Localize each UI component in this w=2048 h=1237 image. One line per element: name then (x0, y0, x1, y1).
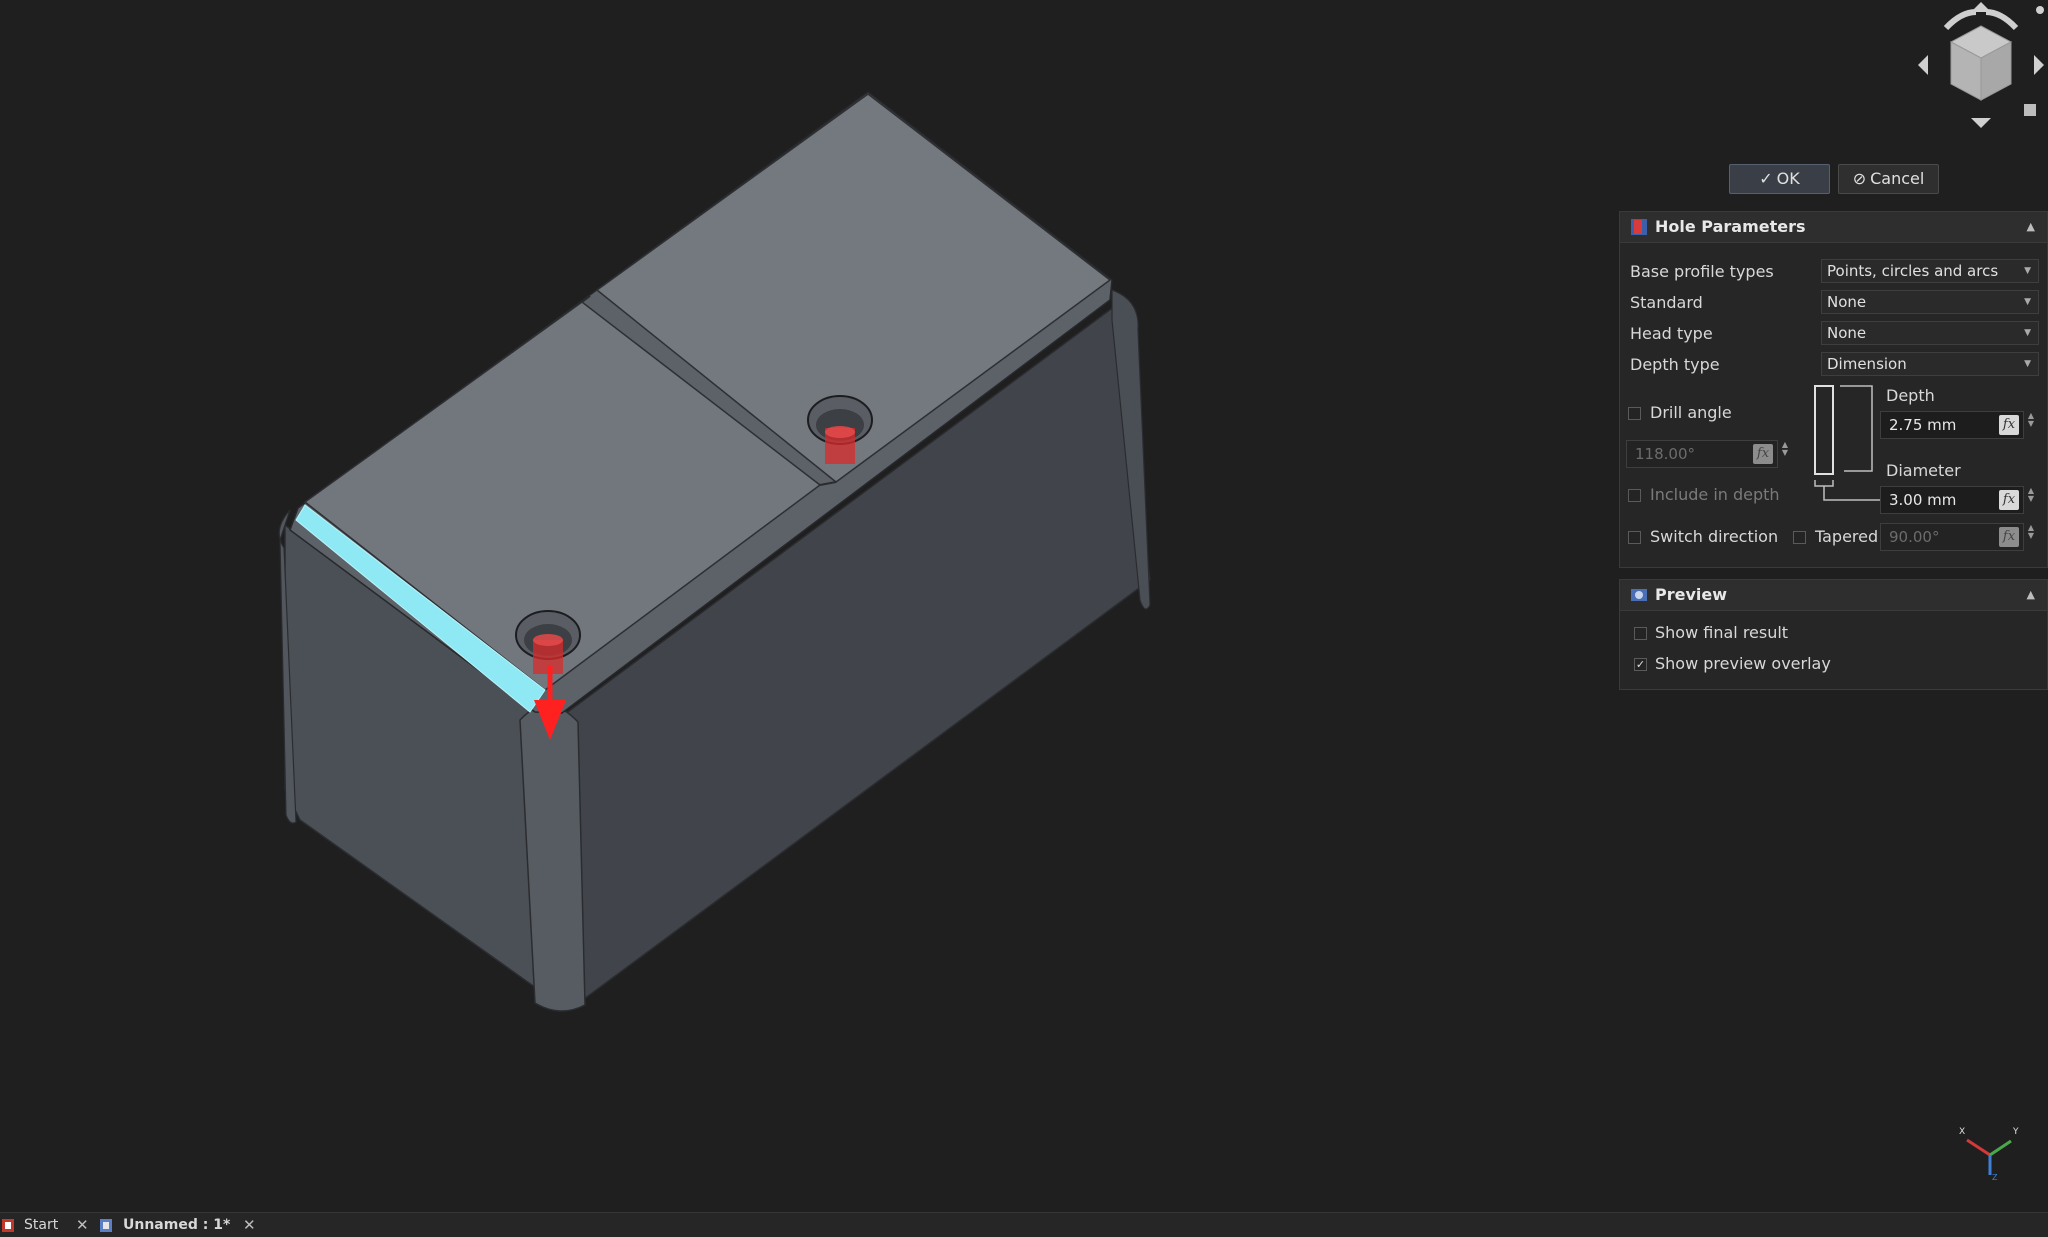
close-icon[interactable]: ✕ (243, 1213, 256, 1237)
svg-text:Y: Y (2012, 1127, 2019, 1137)
taper-angle-input[interactable]: 90.00° fx ▲ ▼ (1880, 523, 2034, 551)
svg-text:X: X (1959, 1127, 1965, 1137)
drill-angle-label: Drill angle (1650, 403, 1732, 422)
expression-icon[interactable]: fx (1999, 527, 2019, 547)
nav-rotate-right-icon[interactable] (1985, 9, 2019, 31)
diameter-input[interactable]: 3.00 mm fx ▲ ▼ (1880, 486, 2034, 514)
hole-icon (1631, 219, 1647, 235)
switch-direction-label: Switch direction (1650, 527, 1779, 546)
chevron-down-icon: ▼ (2024, 328, 2031, 338)
chevron-down-icon: ▼ (2024, 297, 2031, 307)
nav-menu-icon[interactable] (2036, 6, 2044, 14)
head-type-select[interactable]: None ▼ (1821, 321, 2039, 345)
depth-type-select[interactable]: Dimension ▼ (1821, 352, 2039, 376)
nav-arrow-left-icon[interactable] (1918, 55, 1928, 75)
document-tab-bar: Start ✕ Unnamed : 1* ✕ (0, 1212, 2048, 1237)
cancel-icon: ⊘ (1852, 169, 1867, 188)
preview-icon (1631, 589, 1647, 601)
close-icon[interactable]: ✕ (76, 1213, 89, 1237)
nav-arrow-down-icon[interactable] (1971, 118, 1991, 128)
ok-button[interactable]: ✓ OK (1729, 164, 1830, 194)
chevron-down-icon: ▼ (2024, 359, 2031, 369)
hole-diagram (1814, 385, 1880, 501)
checkmark-icon: ✓ (1759, 169, 1773, 188)
document-icon (100, 1219, 112, 1232)
switch-direction-checkbox[interactable] (1628, 531, 1641, 544)
diameter-label: Diameter (1886, 461, 1961, 480)
freecad-icon (2, 1219, 14, 1232)
standard-select[interactable]: None ▼ (1821, 290, 2039, 314)
navigation-cube[interactable] (1916, 0, 2046, 130)
show-final-result-checkbox[interactable] (1634, 627, 1647, 640)
axis-indicator: X Y Z (1959, 1127, 2019, 1180)
spin-arrows-icon[interactable]: ▲ ▼ (2025, 487, 2037, 513)
show-preview-overlay-checkbox[interactable]: ✓ (1634, 658, 1647, 671)
preview-header[interactable]: Preview ▲ (1620, 580, 2047, 611)
drill-angle-input[interactable]: 118.00° fx ▲ ▼ (1626, 440, 1788, 468)
nav-view-icon[interactable] (2024, 104, 2036, 116)
spin-arrows-icon[interactable]: ▲ ▼ (2025, 412, 2037, 438)
head-type-label: Head type (1630, 324, 1713, 343)
svg-text:Z: Z (1992, 1173, 1998, 1180)
show-final-result-label: Show final result (1655, 623, 1789, 642)
expression-icon[interactable]: fx (1999, 490, 2019, 510)
show-preview-overlay-label: Show preview overlay (1655, 654, 1831, 673)
hole-parameters-header[interactable]: Hole Parameters ▲ (1620, 212, 2047, 243)
tapered-label: Tapered (1815, 527, 1879, 546)
expression-icon[interactable]: fx (1999, 415, 2019, 435)
nav-arrow-right-icon[interactable] (2034, 55, 2044, 75)
collapse-icon[interactable]: ▲ (2027, 212, 2035, 242)
base-profile-label: Base profile types (1630, 262, 1774, 281)
depth-input[interactable]: 2.75 mm fx ▲ ▼ (1880, 411, 2034, 439)
include-in-depth-checkbox[interactable] (1628, 489, 1641, 502)
part-model[interactable] (0, 0, 1220, 1100)
standard-label: Standard (1630, 293, 1703, 312)
collapse-icon[interactable]: ▲ (2027, 580, 2035, 610)
chevron-down-icon: ▼ (2024, 266, 2031, 276)
cancel-button[interactable]: ⊘ Cancel (1838, 164, 1939, 194)
tab-unnamed[interactable]: Unnamed : 1* ✕ (98, 1213, 260, 1237)
include-in-depth-label: Include in depth (1650, 485, 1780, 504)
spin-arrows-icon[interactable]: ▲ ▼ (1779, 441, 1791, 467)
spin-arrows-icon[interactable]: ▲ ▼ (2025, 524, 2037, 550)
base-profile-select[interactable]: Points, circles and arcs ▼ (1821, 259, 2039, 283)
nav-rotate-left-icon[interactable] (1943, 9, 1977, 31)
depth-type-label: Depth type (1630, 355, 1720, 374)
tab-start[interactable]: Start ✕ (2, 1213, 92, 1237)
depth-label: Depth (1886, 386, 1935, 405)
tapered-checkbox[interactable] (1793, 531, 1806, 544)
expression-icon[interactable]: fx (1753, 444, 1773, 464)
drill-angle-checkbox[interactable] (1628, 407, 1641, 420)
